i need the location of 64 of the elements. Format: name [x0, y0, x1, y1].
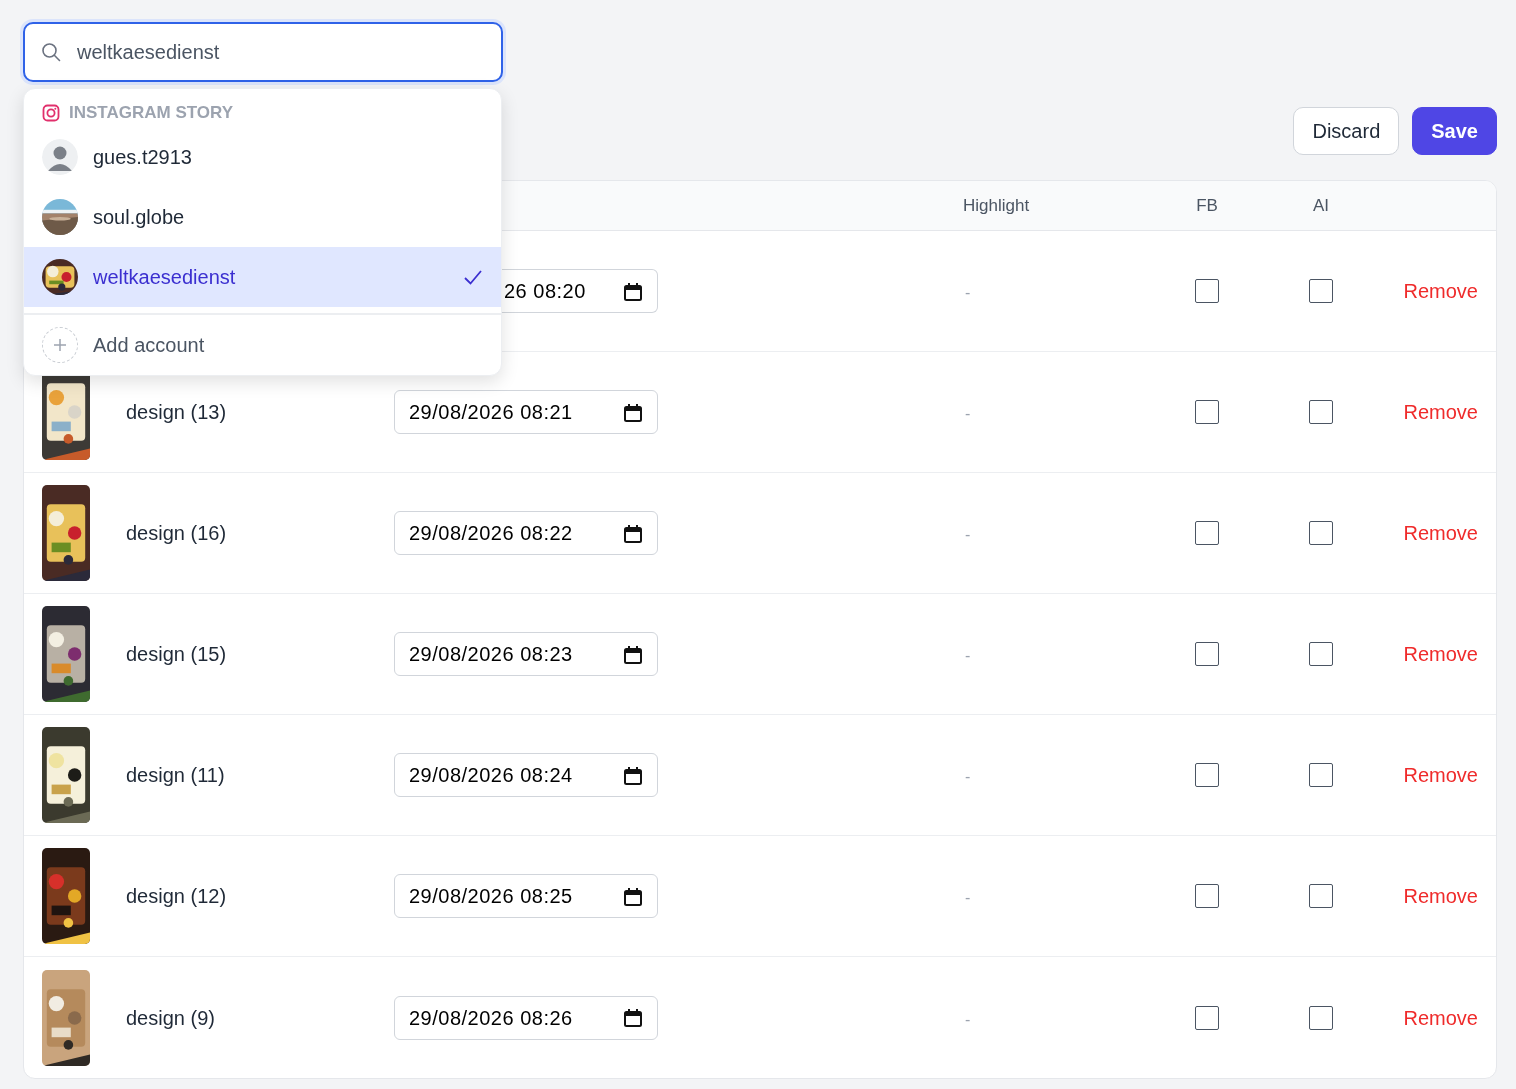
search-icon	[41, 42, 61, 62]
file-name: design (13)	[126, 401, 227, 423]
highlight-value: -	[965, 284, 971, 301]
file-name: design (15)	[126, 643, 227, 665]
checkbox[interactable]	[1309, 763, 1333, 787]
checkbox[interactable]	[1309, 400, 1333, 424]
plus-icon	[54, 339, 66, 351]
check-icon	[463, 268, 483, 286]
checkbox[interactable]	[1195, 884, 1219, 908]
highlight-value: -	[965, 405, 971, 422]
date-time-field[interactable]: 29/08/2026 08:21	[394, 390, 658, 434]
date-time-field[interactable]: 29/08/2026 08:26	[394, 995, 658, 1040]
highlight-value: -	[965, 1010, 971, 1028]
date-time-field[interactable]: 29/08/2026 08:24	[394, 753, 658, 797]
camera-icon	[42, 104, 60, 122]
highlight-value: -	[965, 889, 971, 906]
file-name: design (11)	[126, 764, 225, 786]
file-name: design (9)	[126, 1006, 215, 1029]
add-account-item[interactable]: Add account	[24, 315, 501, 375]
date-time-field[interactable]: 29/08/2026 08:22	[394, 511, 658, 555]
search-field[interactable]: weltkaesedienst	[23, 22, 503, 82]
highlight-value: -	[965, 526, 971, 543]
column-header: FB	[1196, 195, 1218, 215]
checkbox[interactable]	[1195, 763, 1219, 787]
section-title: INSTAGRAM STORY	[69, 102, 234, 125]
remove-link[interactable]: Remove	[1403, 881, 1478, 911]
file-name: design (16)	[126, 522, 227, 544]
account-item[interactable]: weltkaesedienst	[24, 247, 501, 307]
calendar-icon	[623, 765, 643, 785]
save-button[interactable]: Save	[1412, 107, 1497, 155]
account-item[interactable]: soul.globe	[24, 187, 501, 247]
checkbox[interactable]	[1195, 279, 1219, 303]
checkbox[interactable]	[1195, 400, 1219, 424]
checkbox[interactable]	[1309, 279, 1333, 303]
remove-link[interactable]: Remove	[1403, 518, 1478, 548]
remove-link[interactable]: Remove	[1403, 760, 1478, 790]
checkbox[interactable]	[1195, 642, 1219, 666]
highlight-value: -	[965, 768, 971, 785]
remove-link[interactable]: Remove	[1403, 639, 1478, 669]
calendar-icon	[623, 402, 643, 422]
discard-button[interactable]: Discard	[1293, 107, 1400, 155]
checkbox[interactable]	[1309, 1005, 1333, 1030]
date-time-field[interactable]: 29/08/2026 08:25	[394, 874, 658, 918]
calendar-icon	[623, 523, 643, 543]
remove-link[interactable]: Remove	[1403, 397, 1478, 427]
checkbox[interactable]	[1195, 1005, 1219, 1030]
date-time-field[interactable]: 26 08:20	[502, 269, 658, 313]
checkbox[interactable]	[1309, 521, 1333, 545]
calendar-icon	[623, 281, 643, 301]
column-header: AI	[1312, 195, 1330, 215]
remove-link[interactable]: Remove	[1403, 276, 1478, 306]
checkbox[interactable]	[1195, 521, 1219, 545]
checkbox[interactable]	[1309, 642, 1333, 666]
calendar-icon	[623, 644, 643, 664]
account-item[interactable]: gues.t2913	[24, 127, 501, 187]
avatar-icon	[42, 139, 78, 175]
file-name: design (12)	[126, 885, 227, 907]
calendar-icon	[623, 1008, 643, 1027]
date-time-field[interactable]: 29/08/2026 08:23	[394, 632, 658, 676]
column-header: Highlight	[963, 195, 1030, 215]
checkbox[interactable]	[1309, 884, 1333, 908]
remove-link[interactable]: Remove	[1403, 1002, 1478, 1033]
calendar-icon	[623, 886, 643, 906]
highlight-value: -	[965, 647, 971, 664]
